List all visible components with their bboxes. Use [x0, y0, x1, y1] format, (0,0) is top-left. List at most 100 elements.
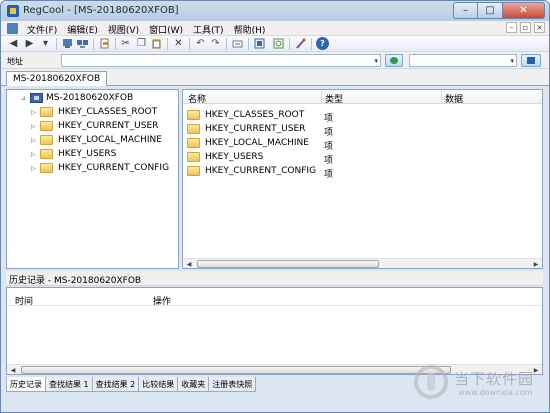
go-button[interactable]	[385, 54, 403, 67]
tab-ms-20180620xfob[interactable]: MS-20180620XFOB	[6, 71, 108, 86]
search-dropdown-icon[interactable]: ▾	[510, 57, 514, 65]
search-input[interactable]: ▾	[409, 54, 517, 67]
mdi-restore-button[interactable]: ▫	[520, 22, 531, 33]
back-icon[interactable]: ◀	[7, 37, 20, 50]
tab-favorites[interactable]: 收藏夹	[177, 377, 210, 392]
scroll-left-icon[interactable]: ◀	[183, 259, 195, 269]
list-row-type: 项	[324, 128, 334, 138]
tab-find-results-1[interactable]: 查找结果 1	[45, 377, 93, 392]
menu-file[interactable]: 文件(F)	[27, 23, 57, 36]
address-dropdown-icon[interactable]: ▾	[374, 57, 378, 65]
folder-icon	[187, 138, 200, 148]
tree-item-label: HKEY_CURRENT_CONFIG	[58, 163, 170, 173]
tab-registry-snapshot[interactable]: 注册表快照	[208, 377, 257, 392]
minimize-button[interactable]: –	[453, 2, 478, 19]
list-row[interactable]: HKEY_CURRENT_USER	[187, 124, 305, 134]
toolbar-separator	[289, 38, 290, 50]
history-title: 历史记录 - MS-20180620XFOB	[6, 271, 543, 286]
scroll-thumb[interactable]	[197, 260, 379, 268]
list-horizontal-scrollbar[interactable]: ◀ ▶	[183, 258, 542, 268]
folder-icon	[40, 107, 53, 117]
document-icon[interactable]	[7, 23, 18, 34]
tree-item-hkey-local-machine[interactable]: ▷ HKEY_LOCAL_MACHINE	[31, 135, 162, 145]
tab-compare-results[interactable]: 比较结果	[138, 377, 179, 392]
watermark-url: www.downxia.com	[458, 388, 533, 397]
expand-icon[interactable]: ▷	[31, 165, 38, 172]
list-row-name: HKEY_CLASSES_ROOT	[205, 110, 305, 120]
search-button[interactable]	[521, 54, 541, 67]
history-panel: 时间 操作 ◀ ▶	[6, 287, 543, 375]
expand-icon[interactable]: ▷	[31, 137, 38, 144]
undo-icon[interactable]: ↶	[194, 37, 207, 50]
folder-icon	[187, 110, 200, 120]
refresh-icon[interactable]	[272, 37, 285, 50]
list-row[interactable]: HKEY_USERS	[187, 152, 263, 162]
list-row-name: HKEY_CURRENT_CONFIG	[205, 166, 317, 176]
address-input[interactable]: ▾	[61, 54, 381, 67]
regcool-app-icon[interactable]	[7, 5, 19, 17]
help-icon[interactable]: ?	[316, 37, 329, 50]
registry-tree: ⊿ MS-20180620XFOB ▷ HKEY_CLASSES_ROOT ▷ …	[6, 89, 179, 269]
menu-bar: 文件(F) 编辑(E) 视图(V) 窗口(W) 工具(T) 帮助(H) – ▫ …	[1, 21, 549, 36]
mdi-minimize-button[interactable]: –	[506, 22, 517, 33]
network-icon[interactable]	[76, 37, 89, 50]
tree-item-hkey-current-user[interactable]: ▷ HKEY_CURRENT_USER	[31, 121, 158, 131]
list-row[interactable]: HKEY_CLASSES_ROOT	[187, 110, 304, 120]
dropdown-icon[interactable]: ▾	[39, 37, 52, 50]
window-title: RegCool - [MS-20180620XFOB]	[23, 5, 179, 16]
expand-icon[interactable]: ▷	[31, 151, 38, 158]
column-header-data[interactable]: 数据	[442, 92, 463, 105]
list-row-type: 项	[324, 170, 334, 180]
window-controls: – □ ✕	[453, 2, 545, 19]
expand-icon[interactable]: ▷	[31, 123, 38, 130]
computer-icon[interactable]	[61, 37, 74, 50]
tree-item-label: HKEY_CURRENT_USER	[58, 121, 159, 131]
collapse-icon[interactable]: ⊿	[21, 95, 28, 102]
compare-icon[interactable]	[253, 37, 266, 50]
tree-item-label: HKEY_CLASSES_ROOT	[58, 107, 158, 117]
mdi-close-button[interactable]: ×	[534, 22, 545, 33]
folder-icon	[40, 149, 53, 159]
expand-icon[interactable]: ▷	[31, 109, 38, 116]
mdi-controls: – ▫ ×	[503, 22, 545, 33]
folder-icon	[187, 152, 200, 162]
tree-item-hkey-classes-root[interactable]: ▷ HKEY_CLASSES_ROOT	[31, 107, 157, 117]
tree-item-hkey-current-config[interactable]: ▷ HKEY_CURRENT_CONFIG	[31, 163, 169, 173]
toolbar-separator	[93, 38, 94, 50]
redo-icon[interactable]: ↷	[209, 37, 222, 50]
menu-tools[interactable]: 工具(T)	[193, 23, 224, 36]
tree-root-label: MS-20180620XFOB	[46, 93, 134, 103]
paste-icon[interactable]	[150, 37, 163, 50]
edit-icon[interactable]	[231, 37, 244, 50]
tree-item-label: HKEY_USERS	[58, 149, 117, 159]
menu-edit[interactable]: 编辑(E)	[67, 23, 98, 36]
delete-icon[interactable]: ✕	[172, 37, 185, 50]
tree-item-hkey-users[interactable]: ▷ HKEY_USERS	[31, 149, 116, 159]
export-icon[interactable]	[98, 37, 111, 50]
scroll-right-icon[interactable]: ▶	[530, 259, 542, 269]
menu-view[interactable]: 视图(V)	[108, 23, 139, 36]
menu-window[interactable]: 窗口(W)	[149, 23, 183, 36]
history-header: 时间 操作	[7, 292, 542, 307]
wand-icon[interactable]	[294, 37, 307, 50]
close-button[interactable]: ✕	[503, 2, 545, 19]
watermark: 当下软件园 www.downxia.com	[414, 365, 544, 405]
column-header-action[interactable]: 操作	[153, 294, 171, 307]
column-header-type[interactable]: 类型	[322, 92, 343, 105]
list-row[interactable]: HKEY_CURRENT_CONFIG	[187, 166, 316, 176]
list-row[interactable]: HKEY_LOCAL_MACHINE	[187, 138, 309, 148]
menu-help[interactable]: 帮助(H)	[234, 23, 266, 36]
scroll-thumb[interactable]	[21, 366, 451, 374]
tree-root-node[interactable]: ⊿ MS-20180620XFOB	[21, 93, 133, 103]
forward-icon[interactable]: ▶	[23, 37, 36, 50]
maximize-button[interactable]: □	[478, 2, 503, 19]
tab-find-results-2[interactable]: 查找结果 2	[91, 377, 140, 392]
column-header-name[interactable]: 名称	[185, 92, 206, 105]
toolbar: ◀ ▶ ▾ ✂ ❐ ✕ ↶ ↷ ?	[1, 36, 549, 52]
title-bar[interactable]: RegCool - [MS-20180620XFOB] – □ ✕	[1, 1, 549, 21]
column-header-time[interactable]: 时间	[15, 294, 33, 307]
scroll-left-icon[interactable]: ◀	[7, 365, 19, 375]
copy-icon[interactable]: ❐	[135, 37, 148, 50]
cut-icon[interactable]: ✂	[119, 37, 132, 50]
tab-history[interactable]: 历史记录	[6, 377, 46, 392]
